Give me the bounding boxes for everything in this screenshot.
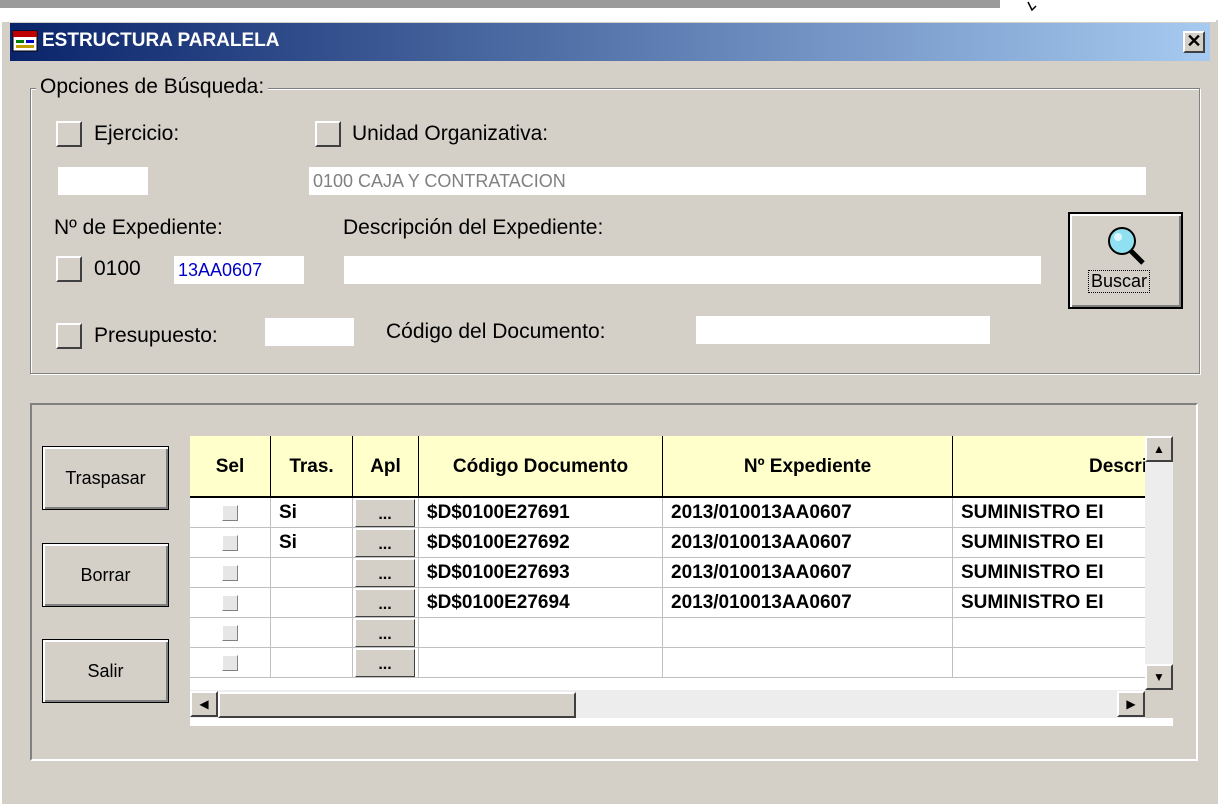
tras-cell: Si xyxy=(271,528,353,558)
tras-cell xyxy=(271,618,353,648)
column-header-apl[interactable]: Apl xyxy=(353,436,419,498)
apl-cell: ... xyxy=(353,498,419,528)
expediente-field[interactable]: 13AA0607 xyxy=(174,256,304,284)
expediente-cell: 2013/010013AA0607 xyxy=(663,558,953,588)
documents-grid: Sel Tras. Apl Código Documento Nº Expedi… xyxy=(190,436,1173,726)
expediente-cell: 2013/010013AA0607 xyxy=(663,498,953,528)
buscar-label: Buscar xyxy=(1088,270,1151,293)
vertical-scrollbar[interactable]: ▲ ▼ xyxy=(1145,436,1173,690)
apl-cell: ... xyxy=(353,618,419,648)
mouse-cursor-icon xyxy=(1027,1,1037,12)
window-app-icon xyxy=(12,30,38,52)
codigo-documento-cell: $D$0100E27692 xyxy=(419,528,663,558)
sel-cell xyxy=(190,498,271,528)
magnifier-icon xyxy=(1108,227,1145,265)
borrar-label: Borrar xyxy=(80,565,131,585)
window-title: ESTRUCTURA PARALELA xyxy=(42,30,280,51)
expediente-label: Nº de Expediente: xyxy=(54,216,223,239)
column-header-expediente[interactable]: Nº Expediente xyxy=(663,436,953,498)
buscar-button[interactable]: Buscar xyxy=(1068,212,1183,309)
expediente-checkbox[interactable] xyxy=(56,256,82,282)
apl-ellipsis-button[interactable]: ... xyxy=(355,619,415,647)
close-button[interactable]: ✕ xyxy=(1183,31,1205,53)
salir-button[interactable]: Salir xyxy=(42,639,169,703)
row-select-checkbox[interactable] xyxy=(222,565,238,581)
expediente-cell xyxy=(663,648,953,678)
search-options-legend: Opciones de Búsqueda: xyxy=(36,75,269,99)
row-select-checkbox[interactable] xyxy=(222,505,238,521)
unidad-organizativa-checkbox[interactable] xyxy=(315,121,341,147)
ejercicio-field[interactable] xyxy=(58,167,148,195)
column-header-codigo-documento[interactable]: Código Documento xyxy=(419,436,663,498)
codigo-documento-label: Código del Documento: xyxy=(386,320,606,343)
desktop-edge xyxy=(0,0,1000,8)
descripcion-cell xyxy=(953,618,1173,648)
presupuesto-field[interactable] xyxy=(265,318,354,346)
ejercicio-label: Ejercicio: xyxy=(94,122,180,145)
sel-cell xyxy=(190,528,271,558)
app-window: ESTRUCTURA PARALELA ✕ Opciones de Búsque… xyxy=(0,0,1218,804)
apl-cell: ... xyxy=(353,648,419,678)
horizontal-scroll-thumb[interactable] xyxy=(218,692,576,718)
apl-ellipsis-button[interactable]: ... xyxy=(355,649,415,677)
codigo-documento-cell xyxy=(419,618,663,648)
descripcion-cell xyxy=(953,648,1173,678)
codigo-documento-field[interactable] xyxy=(696,316,990,344)
scrollbar-corner xyxy=(1145,690,1173,718)
salir-label: Salir xyxy=(87,661,124,681)
column-header-tras[interactable]: Tras. xyxy=(271,436,353,498)
apl-ellipsis-button[interactable]: ... xyxy=(355,499,415,527)
apl-cell: ... xyxy=(353,528,419,558)
descripcion-label: Descripción del Expediente: xyxy=(343,216,604,239)
scroll-right-icon[interactable]: ▶ xyxy=(1117,691,1145,717)
sel-cell xyxy=(190,618,271,648)
column-header-sel[interactable]: Sel xyxy=(190,436,271,498)
unidad-organizativa-label: Unidad Organizativa: xyxy=(352,122,549,145)
scroll-down-icon[interactable]: ▼ xyxy=(1145,664,1173,690)
descripcion-cell: SUMINISTRO EI xyxy=(953,498,1173,528)
expediente-cell: 2013/010013AA0607 xyxy=(663,528,953,558)
codigo-documento-cell: $D$0100E27691 xyxy=(419,498,663,528)
sel-cell xyxy=(190,588,271,618)
column-header-descripcion[interactable]: Descrip xyxy=(953,436,1173,498)
scroll-up-icon[interactable]: ▲ xyxy=(1145,436,1173,462)
traspasar-label: Traspasar xyxy=(65,468,146,488)
descripcion-cell: SUMINISTRO EI xyxy=(953,528,1173,558)
borrar-button[interactable]: Borrar xyxy=(42,543,169,607)
scroll-left-icon[interactable]: ◀ xyxy=(190,691,218,717)
presupuesto-checkbox[interactable] xyxy=(56,323,82,349)
descripcion-field[interactable] xyxy=(344,256,1041,284)
sel-cell xyxy=(190,648,271,678)
row-select-checkbox[interactable] xyxy=(222,655,238,671)
codigo-documento-cell: $D$0100E27694 xyxy=(419,588,663,618)
descripcion-cell: SUMINISTRO EI xyxy=(953,558,1173,588)
tras-cell xyxy=(271,648,353,678)
row-select-checkbox[interactable] xyxy=(222,535,238,551)
row-select-checkbox[interactable] xyxy=(222,595,238,611)
sel-cell xyxy=(190,558,271,588)
expediente-prefix: 0100 xyxy=(94,257,141,280)
apl-cell: ... xyxy=(353,588,419,618)
expediente-cell: 2013/010013AA0607 xyxy=(663,588,953,618)
apl-ellipsis-button[interactable]: ... xyxy=(355,529,415,557)
descripcion-cell: SUMINISTRO EI xyxy=(953,588,1173,618)
presupuesto-label: Presupuesto: xyxy=(94,324,218,347)
apl-ellipsis-button[interactable]: ... xyxy=(355,589,415,617)
apl-cell: ... xyxy=(353,558,419,588)
tras-cell xyxy=(271,558,353,588)
tras-cell xyxy=(271,588,353,618)
ejercicio-checkbox[interactable] xyxy=(56,121,82,147)
row-select-checkbox[interactable] xyxy=(222,625,238,641)
unidad-organizativa-field[interactable]: 0100 CAJA Y CONTRATACION xyxy=(309,167,1146,195)
codigo-documento-cell xyxy=(419,648,663,678)
codigo-documento-cell: $D$0100E27693 xyxy=(419,558,663,588)
tras-cell: Si xyxy=(271,498,353,528)
traspasar-button[interactable]: Traspasar xyxy=(42,446,169,510)
apl-ellipsis-button[interactable]: ... xyxy=(355,559,415,587)
expediente-cell xyxy=(663,618,953,648)
